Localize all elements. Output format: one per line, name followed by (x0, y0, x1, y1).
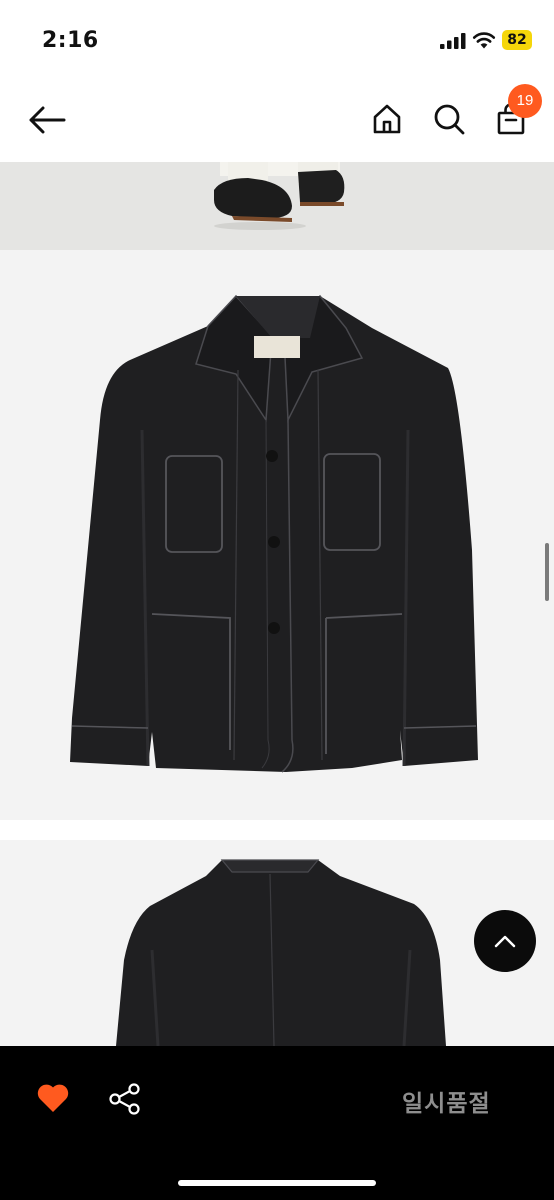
like-button[interactable] (36, 1082, 70, 1114)
product-photo-model (0, 162, 554, 250)
search-icon (434, 104, 465, 135)
top-nav-header (0, 80, 554, 162)
chevron-up-icon (494, 935, 516, 948)
back-button[interactable] (26, 100, 68, 140)
search-button[interactable] (428, 98, 470, 140)
status-bar: 2:16 82 (0, 0, 554, 80)
wifi-icon (472, 32, 496, 49)
battery-indicator: 82 (502, 30, 532, 50)
scrollbar[interactable] (545, 543, 549, 601)
heart-icon (37, 1084, 69, 1112)
home-indicator-bar (178, 1180, 376, 1186)
soldout-status-label: 일시품절 (402, 1091, 491, 1117)
cellular-signal-icon (440, 33, 466, 49)
cart-count-badge: 19 (508, 84, 542, 118)
status-time: 2:16 (42, 28, 99, 53)
home-button[interactable] (366, 98, 408, 140)
jacket-back-image (0, 840, 554, 1046)
scroll-to-top-button[interactable] (474, 910, 536, 972)
image-gap (0, 820, 554, 840)
product-photo-front (0, 250, 554, 820)
product-photo-back (0, 840, 554, 1046)
share-icon (109, 1083, 140, 1115)
share-button[interactable] (108, 1082, 142, 1116)
jacket-front-image (0, 250, 554, 820)
bottom-action-bar: 일시품절 (0, 1046, 554, 1200)
model-shoes-image (0, 162, 554, 250)
arrow-left-icon (29, 106, 66, 134)
home-icon (373, 104, 401, 134)
